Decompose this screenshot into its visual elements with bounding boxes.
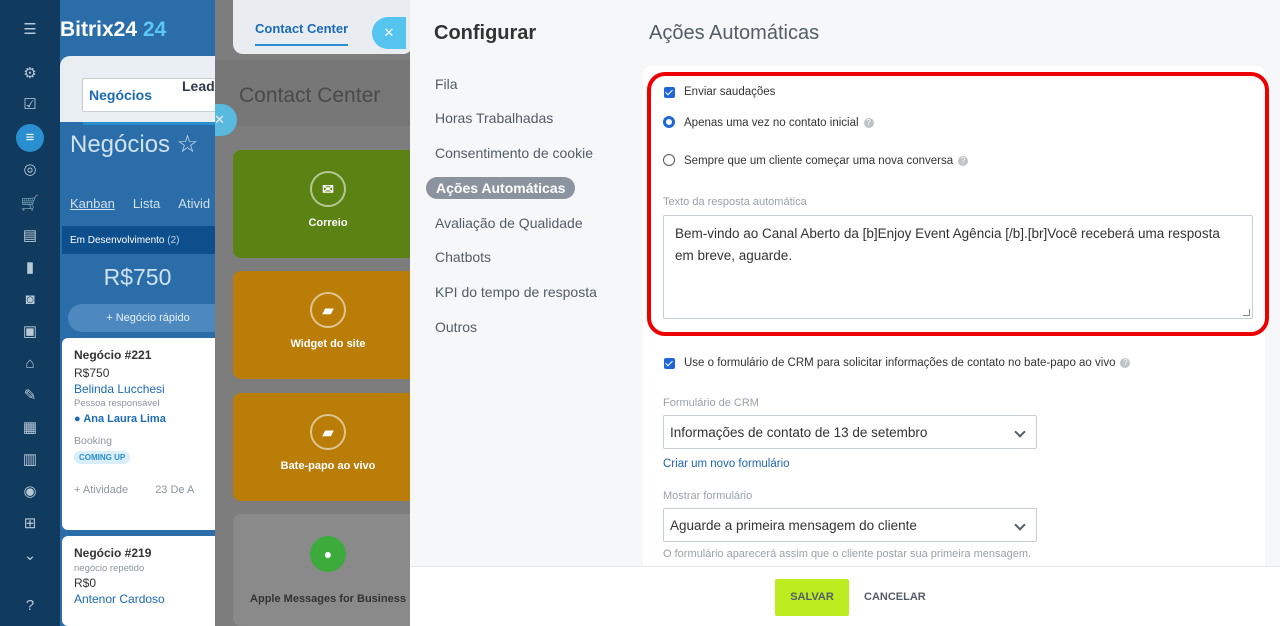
settings-box: Enviar saudações Apenas uma vez no conta… [643, 66, 1265, 566]
sidebar-title: Configurar [434, 22, 537, 44]
sidebar-item-cookie-consent[interactable]: Consentimento de cookie [435, 145, 593, 161]
help-icon[interactable]: ? [18, 594, 42, 618]
sidebar-item-other[interactable]: Outros [435, 319, 477, 335]
avatar: ● [74, 413, 81, 425]
chat-icon: ▰ [310, 414, 346, 450]
analytics-icon[interactable]: ▮ [18, 256, 42, 280]
sidebar-item-queue[interactable]: Fila [435, 76, 458, 92]
help-icon[interactable]: ? [863, 117, 874, 128]
sidebar-item-chatbots[interactable]: Chatbots [435, 249, 491, 265]
calendar-icon[interactable]: ▥ [18, 448, 42, 472]
robot-icon[interactable]: ◙ [18, 288, 42, 312]
crm-tabs: Negócios Leads [60, 56, 215, 125]
document-icon[interactable]: ▦ [18, 416, 42, 440]
view-activities[interactable]: Ativid [178, 196, 210, 211]
crm-form-label: Formulário de CRM [663, 397, 759, 409]
show-form-select[interactable]: Aguarde a primeira mensagem do cliente [663, 508, 1037, 542]
create-form-link[interactable]: Criar um novo formulário [663, 458, 790, 470]
show-form-hint: O formulário aparecerá assim que o clien… [663, 548, 1032, 560]
contacts-icon[interactable]: ▤ [18, 224, 42, 248]
tasks-icon[interactable]: ☑ [18, 93, 42, 117]
save-button[interactable]: SALVAR [775, 579, 849, 616]
settings-panel: Configurar Fila Horas Trabalhadas Consen… [410, 0, 1280, 626]
chevron-down-icon [1014, 426, 1026, 438]
team-icon[interactable]: ⊞ [18, 512, 42, 536]
circle-icon[interactable]: ◉ [18, 480, 42, 504]
sidebar-item-response-kpi[interactable]: KPI do tempo de resposta [435, 284, 597, 300]
settings-icon[interactable]: ⚙ [18, 62, 42, 86]
mail-icon: ✉ [310, 171, 346, 207]
left-navigation: ☰ ⚙ ☑ ≡ ◎ 🛒 ▤ ▮ ◙ ▣ ⌂ ✎ ▦ ▥ ◉ ⊞ ⌄ ? [0, 0, 60, 626]
settings-sidebar: Configurar Fila Horas Trabalhadas Consen… [410, 0, 640, 566]
crm-background: Bitrix24 24 Negócios Leads Negócios ☆ Ka… [60, 0, 215, 626]
tile-apple-messages[interactable]: ● Apple Messages for Business [233, 514, 410, 626]
tab-leads[interactable]: Leads [182, 78, 215, 94]
cart-icon[interactable]: 🛒 [18, 192, 42, 216]
tile-live-chat[interactable]: ▰ Bate-papo ao vivo [233, 393, 410, 501]
radio-once[interactable] [663, 116, 675, 128]
show-form-label: Mostrar formulário [663, 490, 753, 502]
sidebar-item-work-hours[interactable]: Horas Trabalhadas [435, 110, 553, 126]
more-icon[interactable]: ⌄ [18, 544, 42, 568]
sidebar-item-auto-actions[interactable]: Ações Automáticas [426, 177, 576, 199]
deal-card[interactable]: Negócio #221 R$750 Belinda Lucchesi Pess… [62, 338, 215, 530]
bitrix-logo[interactable]: Bitrix24 24 [60, 18, 166, 42]
menu-icon[interactable]: ☰ [18, 18, 42, 42]
quick-deal-button[interactable]: + Negócio rápido [68, 304, 215, 332]
cancel-button[interactable]: CANCELAR [864, 591, 926, 603]
help-icon[interactable]: ? [1120, 357, 1131, 368]
auto-response-textarea[interactable]: Bem-vindo ao Canal Aberto da [b]Enjoy Ev… [663, 215, 1253, 319]
chat-icon: ▰ [310, 292, 346, 328]
send-greetings-checkbox[interactable] [664, 87, 675, 98]
target-icon[interactable]: ◎ [18, 158, 42, 182]
filter-icon[interactable]: ≡ [18, 126, 42, 150]
footer-bar: SALVAR CANCELAR [410, 566, 1280, 626]
sidebar-item-quality-rating[interactable]: Avaliação de Qualidade [435, 215, 583, 231]
resize-handle[interactable] [1243, 309, 1250, 316]
tile-mail[interactable]: ✉ Correio [233, 150, 410, 258]
status-badge: COMING UP [74, 451, 131, 464]
radio-always-label[interactable]: Sempre que um cliente começar uma nova c… [684, 155, 969, 167]
add-activity-link[interactable]: + Atividade [74, 484, 128, 496]
contact-center-title: Contact Center [239, 84, 381, 107]
message-bubble-icon: ● [310, 536, 346, 572]
auto-text-label: Texto da resposta automática [663, 196, 807, 208]
bank-icon[interactable]: ⌂ [18, 352, 42, 376]
view-list[interactable]: Lista [133, 196, 160, 211]
content-title: Ações Automáticas [649, 22, 820, 44]
send-greetings-label[interactable]: Enviar saudações [684, 86, 775, 98]
crm-form-select[interactable]: Informações de contato de 13 de setembro [663, 415, 1037, 449]
deal-card[interactable]: Negócio #219 negócio repetido R$0 Anteno… [62, 536, 215, 626]
crm-form-check-label[interactable]: Use o formulário de CRM para solicitar i… [684, 357, 1131, 369]
crm-form-checkbox[interactable] [664, 358, 675, 369]
stage-sum: R$750 [103, 264, 172, 290]
tile-site-widget[interactable]: ▰ Widget do site [233, 271, 410, 379]
radio-once-label[interactable]: Apenas uma vez no contato inicial? [684, 117, 874, 129]
close-icon[interactable]: ✕ [372, 17, 406, 49]
view-switcher: Kanban Lista Ativid [70, 196, 215, 211]
radio-always[interactable] [663, 154, 675, 166]
signature-icon[interactable]: ✎ [18, 384, 42, 408]
view-kanban[interactable]: Kanban [70, 196, 115, 211]
box-icon[interactable]: ▣ [18, 320, 42, 344]
contact-center-slider: Contact Center ✕ ✕ Contact Center ✉ Corr… [215, 0, 410, 626]
chevron-down-icon [1014, 519, 1026, 531]
help-icon[interactable]: ? [958, 155, 969, 166]
page-title: Negócios ☆ [70, 131, 199, 158]
star-icon: ☆ [176, 131, 199, 158]
settings-content: Ações Automáticas Enviar saudações Apena… [640, 0, 1280, 566]
stage-header: Em Desenvolvimento (2) [62, 226, 215, 254]
